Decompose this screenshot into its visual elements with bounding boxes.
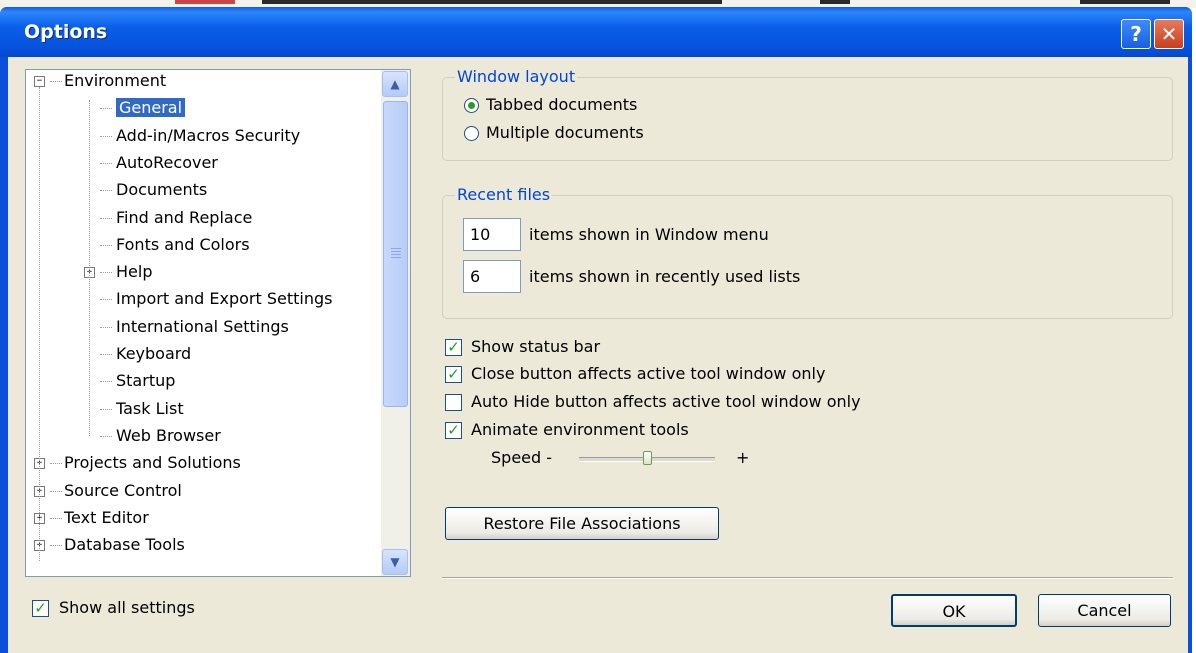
show-all-settings-label[interactable]: Show all settings xyxy=(59,598,195,617)
multiple-documents-radio[interactable] xyxy=(464,126,479,141)
tree-connector xyxy=(100,217,112,219)
multiple-documents-label[interactable]: Multiple documents xyxy=(486,123,644,142)
tree-item[interactable]: Projects and Solutions xyxy=(64,451,241,475)
window-layout-legend: Window layout xyxy=(455,67,578,86)
tree-item[interactable]: Startup xyxy=(116,369,175,393)
recent-files-group: Recent files xyxy=(442,185,1173,319)
close-button-affects-label[interactable]: Close button affects active tool window … xyxy=(471,364,825,383)
recent-lists-count-input[interactable]: 6 xyxy=(463,260,521,293)
window-menu-count-label: items shown in Window menu xyxy=(529,225,769,244)
tree-item-label: International Settings xyxy=(116,316,289,336)
window-title: Options xyxy=(24,21,108,43)
tree-item[interactable]: Documents xyxy=(116,178,207,202)
show-status-bar-label[interactable]: Show status bar xyxy=(471,337,600,356)
tree-connector xyxy=(100,354,112,355)
tree-connector xyxy=(100,108,112,110)
tree-connector xyxy=(50,545,62,547)
tree-item-label: General xyxy=(116,98,186,118)
tree-item[interactable]: AutoRecover xyxy=(116,151,218,175)
show-status-bar-checkbox[interactable]: ✓ xyxy=(445,339,462,356)
tree-connector xyxy=(100,326,112,328)
tree-connector xyxy=(100,244,112,246)
tree-connector xyxy=(100,135,112,137)
tree-connector xyxy=(50,517,62,519)
tree-item-label: Find and Replace xyxy=(116,207,253,227)
speed-label: Speed - xyxy=(491,448,553,467)
help-button[interactable]: ? xyxy=(1121,19,1151,49)
tree-item[interactable]: Environment xyxy=(64,70,167,93)
restore-file-associations-button[interactable]: Restore File Associations xyxy=(445,507,719,540)
tree-item[interactable]: Add-in/Macros Security xyxy=(116,124,300,148)
tree-connector xyxy=(100,272,112,274)
tree-item-label: Database Tools xyxy=(64,535,185,555)
tree-item[interactable]: Keyboard xyxy=(116,342,191,366)
tree-connector xyxy=(100,162,112,164)
tree-item[interactable]: Help xyxy=(116,260,152,284)
tree-connector xyxy=(100,299,112,301)
tree-item-label: Help xyxy=(116,262,153,282)
tree-item[interactable]: Database Tools xyxy=(64,533,185,557)
tree-item-label: Source Control xyxy=(64,480,182,500)
options-tree[interactable]: Environment − General Add-in/Macros Securit… xyxy=(25,69,411,577)
tree-connector xyxy=(100,435,112,437)
tree-connector xyxy=(89,100,90,436)
tree-item-label: Add-in/Macros Security xyxy=(116,125,301,145)
separator-line xyxy=(442,577,1173,579)
tree-connector xyxy=(50,490,62,492)
tree-item-label: Projects and Solutions xyxy=(64,453,241,473)
scroll-up-arrow-icon[interactable]: ▲ xyxy=(382,71,408,97)
options-dialog: Options ? ✕ Environment − General Add-in/Ma… xyxy=(0,7,1192,653)
tabbed-documents-radio[interactable] xyxy=(464,98,479,113)
collapse-minus-icon[interactable]: − xyxy=(34,76,45,87)
tree-item-label: Fonts and Colors xyxy=(116,234,250,254)
tree-item[interactable]: General xyxy=(116,96,186,120)
tree-connector xyxy=(39,87,40,562)
tree-item-label: Keyboard xyxy=(116,344,192,363)
tree-item[interactable]: Import and Export Settings xyxy=(116,287,332,311)
window-layout-group: Window layout xyxy=(442,67,1173,161)
tree-item-label: Web Browser xyxy=(116,425,221,445)
tree-connector xyxy=(100,408,112,410)
tree-item[interactable]: Find and Replace xyxy=(116,206,252,230)
tree-item-label: AutoRecover xyxy=(116,152,218,172)
tree-connector xyxy=(50,463,62,465)
close-button-affects-checkbox[interactable]: ✓ xyxy=(445,366,462,383)
tree-item-label: Task List xyxy=(116,398,184,418)
recent-lists-count-label: items shown in recently used lists xyxy=(529,267,801,286)
tree-item[interactable]: International Settings xyxy=(116,315,289,339)
tree-connector xyxy=(100,190,112,192)
recent-files-legend: Recent files xyxy=(455,185,553,204)
tree-item[interactable]: Task List xyxy=(116,397,184,421)
tree-item[interactable]: Web Browser xyxy=(116,424,221,448)
cancel-button[interactable]: Cancel xyxy=(1038,594,1171,627)
speed-slider-thumb[interactable] xyxy=(643,451,652,465)
auto-hide-button-affects-checkbox[interactable] xyxy=(445,394,462,411)
ok-button[interactable]: OK xyxy=(891,594,1017,627)
window-menu-count-input[interactable]: 10 xyxy=(463,218,521,251)
close-button[interactable]: ✕ xyxy=(1154,19,1184,49)
dialog-client-area: Environment − General Add-in/Macros Securit… xyxy=(8,57,1188,653)
tree-item[interactable]: Text Editor xyxy=(64,506,149,530)
animate-environment-tools-checkbox[interactable]: ✓ xyxy=(445,422,462,439)
tree-item[interactable]: Source Control xyxy=(64,479,182,503)
title-bar[interactable]: Options ? ✕ xyxy=(0,7,1192,57)
scroll-down-arrow-icon[interactable]: ▼ xyxy=(382,549,408,575)
tree-scrollbar[interactable]: ▲ ▼ xyxy=(381,70,410,576)
show-all-settings-checkbox[interactable]: ✓ xyxy=(32,600,49,617)
animate-environment-tools-label[interactable]: Animate environment tools xyxy=(471,420,689,439)
tree-item-label: Text Editor xyxy=(64,507,149,527)
tree-connector xyxy=(100,381,112,383)
tree-item-label: Startup xyxy=(116,371,176,391)
scroll-thumb[interactable] xyxy=(383,101,408,407)
radio-dot-icon xyxy=(468,102,475,109)
tree-item-label: Environment xyxy=(64,71,167,90)
tree-connector xyxy=(50,81,62,82)
auto-hide-button-affects-label[interactable]: Auto Hide button affects active tool win… xyxy=(471,392,861,411)
speed-plus-label: + xyxy=(736,448,750,467)
tabbed-documents-label[interactable]: Tabbed documents xyxy=(486,95,637,114)
tree-item[interactable]: Fonts and Colors xyxy=(116,233,250,257)
tree-item-label: Documents xyxy=(116,180,208,200)
tree-item-label: Import and Export Settings xyxy=(116,289,333,309)
